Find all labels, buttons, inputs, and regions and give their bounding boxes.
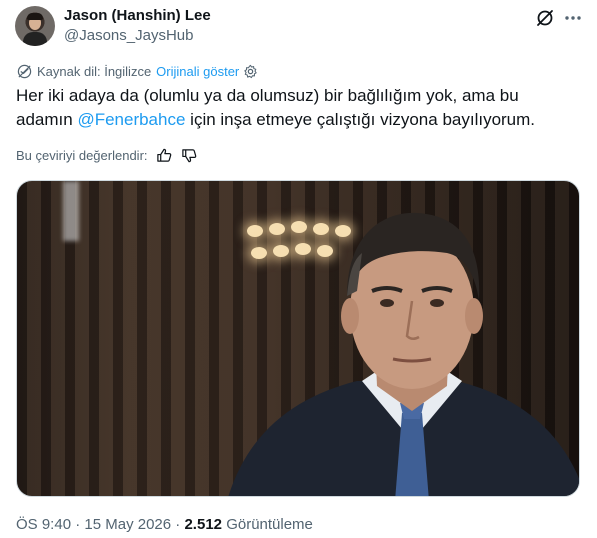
globe-icon <box>17 64 32 78</box>
views-count: 2.512 <box>184 516 223 533</box>
tweet: Jason (Hanshin) Lee @Jasons_JaysHub Kayn… <box>0 0 597 538</box>
tweet-time[interactable]: ÖS 9:40 <box>16 516 71 533</box>
meta-separator: · <box>171 516 185 533</box>
mention-link[interactable]: @Fenerbahce <box>77 110 185 129</box>
tweet-text-after: için inşa etmeye çalıştığı vizyona bayıl… <box>185 110 536 129</box>
rate-translation-label: Bu çeviriyi değerlendir: <box>16 147 148 163</box>
thumbs-up-icon[interactable] <box>156 147 173 164</box>
tweet-meta: ÖS 9:40 · 15 May 2026 · 2.512 Görüntülem… <box>16 516 313 533</box>
thumbs-down-icon[interactable] <box>181 147 198 164</box>
grok-slash-icon[interactable] <box>535 8 555 28</box>
show-original-link[interactable]: Orijinali göster <box>156 64 239 79</box>
author-handle[interactable]: @Jasons_JaysHub <box>64 27 193 44</box>
gear-icon[interactable] <box>243 64 258 79</box>
tweet-media-photo[interactable] <box>16 180 580 497</box>
more-dots-icon[interactable] <box>563 8 583 28</box>
translation-info: Kaynak dil: İngilizce Orijinali göster <box>17 62 258 80</box>
avatar[interactable] <box>15 6 55 46</box>
tweet-text: Her iki adaya da (olumlu ya da olumsuz) … <box>16 84 576 132</box>
translation-source-label: Kaynak dil: İngilizce <box>37 63 152 79</box>
author-name[interactable]: Jason (Hanshin) Lee <box>64 7 211 24</box>
views-label: Görüntüleme <box>226 516 313 533</box>
tweet-date[interactable]: 15 May 2026 <box>84 516 171 533</box>
rate-translation: Bu çeviriyi değerlendir: <box>16 145 198 165</box>
portrait-man <box>228 212 579 496</box>
meta-separator: · <box>71 516 85 533</box>
